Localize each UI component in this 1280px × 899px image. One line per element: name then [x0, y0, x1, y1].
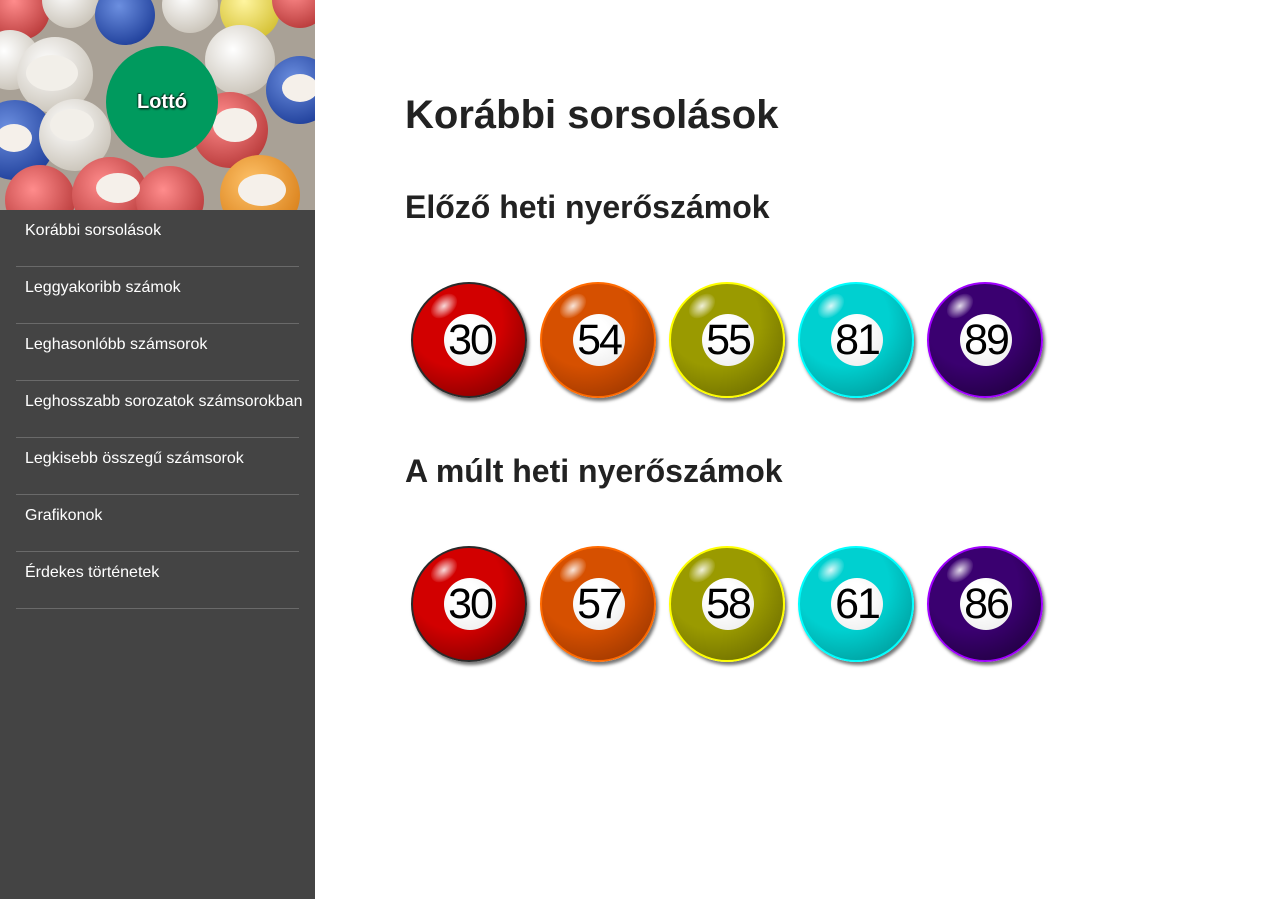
lotto-ball: 57	[540, 546, 656, 662]
sidebar-item-leghasonlobb-szamsorok[interactable]: Leghasonlóbb számsorok	[16, 324, 299, 381]
sidebar-item-erdekes-tortenetek[interactable]: Érdekes történetek	[16, 552, 299, 609]
ball-number: 61	[831, 578, 883, 630]
sidebar-item-grafikonok[interactable]: Grafikonok	[16, 495, 299, 552]
lotto-ball: 58	[669, 546, 785, 662]
ball-number: 89	[960, 314, 1012, 366]
ball-number: 58	[702, 578, 754, 630]
section-heading-last-week: A múlt heti nyerőszámok	[405, 453, 783, 489]
logo-text: Lottó	[137, 90, 187, 113]
lotto-ball: 61	[798, 546, 914, 662]
sidebar-item-leggyakoribb-szamok[interactable]: Leggyakoribb számok	[16, 267, 299, 324]
ball-number: 81	[831, 314, 883, 366]
sidebar-nav: Korábbi sorsolások Leggyakoribb számok L…	[0, 210, 315, 609]
lotto-ball: 54	[540, 282, 656, 398]
sidebar-item-leghosszabb-sorozatok[interactable]: Leghosszabb sorozatok számsorokban	[16, 381, 303, 438]
ball-number: 55	[702, 314, 754, 366]
logo-badge[interactable]: Lottó	[106, 46, 218, 158]
lotto-ball: 30	[411, 546, 527, 662]
winning-numbers-last-week: 30 57 58 61 86	[411, 546, 1043, 662]
ball-number: 30	[444, 578, 496, 630]
ball-number: 54	[573, 314, 625, 366]
lotto-ball: 81	[798, 282, 914, 398]
lotto-ball: 89	[927, 282, 1043, 398]
ball-number: 57	[573, 578, 625, 630]
sidebar: Lottó Korábbi sorsolások Leggyakoribb sz…	[0, 0, 315, 899]
lotto-ball: 86	[927, 546, 1043, 662]
ball-number: 30	[444, 314, 496, 366]
ball-number: 86	[960, 578, 1012, 630]
lottery-balls-image: Lottó	[0, 0, 315, 210]
section-heading-previous-week: Előző heti nyerőszámok	[405, 189, 770, 225]
winning-numbers-previous-week: 30 54 55 81 89	[411, 282, 1043, 398]
page-title: Korábbi sorsolások	[405, 93, 779, 137]
lotto-ball: 30	[411, 282, 527, 398]
sidebar-item-legkisebb-osszegu[interactable]: Legkisebb összegű számsorok	[16, 438, 299, 495]
sidebar-item-korabbi-sorsolasok[interactable]: Korábbi sorsolások	[16, 210, 299, 267]
lotto-ball: 55	[669, 282, 785, 398]
